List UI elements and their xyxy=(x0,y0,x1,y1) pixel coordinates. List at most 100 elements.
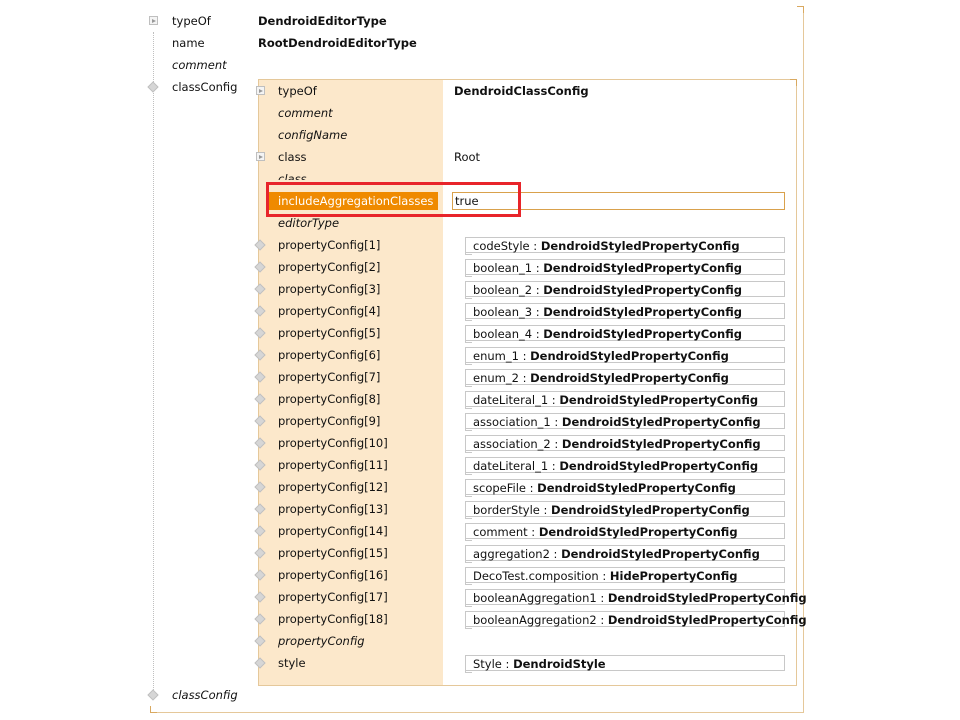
outer-classconfig-row[interactable]: classConfig xyxy=(147,76,250,98)
property-name: dateLiteral_1 xyxy=(473,393,549,407)
property-config-value-box[interactable]: dateLiteral_1 : DendroidStyledPropertyCo… xyxy=(465,391,785,409)
property-type: DendroidStyledPropertyConfig xyxy=(607,613,807,627)
property-config-label: propertyConfig[2] xyxy=(278,260,381,274)
property-config-row[interactable]: propertyConfig[14] comment : DendroidStyl… xyxy=(254,520,796,542)
inner-class-label: class xyxy=(278,150,307,164)
outer-typeof-label: typeOf xyxy=(172,14,211,28)
property-config-value-box[interactable]: dateLiteral_1 : DendroidStyledPropertyCo… xyxy=(465,457,785,475)
property-type: DendroidStyledPropertyConfig xyxy=(543,261,742,275)
property-type: DendroidStyledPropertyConfig xyxy=(530,371,729,385)
property-config-value-box[interactable]: boolean_3 : DendroidStyledPropertyConfig xyxy=(465,303,785,321)
property-name: boolean_1 xyxy=(473,261,533,275)
property-config-row[interactable]: propertyConfig[17] booleanAggregation1 : … xyxy=(254,586,807,608)
property-config-label: propertyConfig[8] xyxy=(278,392,381,406)
property-config-label: propertyConfig[7] xyxy=(278,370,381,384)
inner-editortype-label: editorType xyxy=(278,216,340,230)
property-config-row[interactable]: propertyConfig[1] codeStyle : DendroidSty… xyxy=(254,234,796,256)
property-config-label: propertyConfig[12] xyxy=(278,480,388,494)
property-config-row[interactable]: propertyConfig[16] DecoTest.composition :… xyxy=(254,564,796,586)
property-separator: : xyxy=(532,261,544,275)
panel-corner xyxy=(150,706,157,713)
property-config-label: propertyConfig[18] xyxy=(278,612,388,626)
inner-class-value: Root xyxy=(454,150,481,164)
inner-class2-row[interactable]: class xyxy=(259,168,796,180)
property-config-value-box[interactable]: enum_1 : DendroidStyledPropertyConfig xyxy=(465,347,785,365)
outer-typeof-row[interactable]: typeOf DendroidEditorType xyxy=(149,10,790,32)
property-config-row[interactable]: propertyConfig[13] borderStyle : Dendroid… xyxy=(254,498,796,520)
property-config-value-box[interactable]: comment : DendroidStyledPropertyConfig xyxy=(465,523,785,541)
property-config-value-box[interactable]: borderStyle : DendroidStyledPropertyConf… xyxy=(465,501,785,519)
inner-class-row[interactable]: class Root xyxy=(256,146,796,168)
property-config-label: propertyConfig[14] xyxy=(278,524,388,538)
expand-icon[interactable] xyxy=(256,152,265,161)
property-config-value-box[interactable]: scopeFile : DendroidStyledPropertyConfig xyxy=(465,479,785,497)
inner-typeof-label: typeOf xyxy=(278,84,317,98)
style-label: style xyxy=(278,656,306,670)
property-config-value-box[interactable]: association_2 : DendroidStyledPropertyCo… xyxy=(465,435,785,453)
style-type: DendroidStyle xyxy=(513,657,606,671)
property-config-row[interactable]: propertyConfig[7] enum_2 : DendroidStyled… xyxy=(254,366,796,388)
property-name: scopeFile xyxy=(473,481,526,495)
property-config-value-box[interactable]: boolean_4 : DendroidStyledPropertyConfig xyxy=(465,325,785,343)
property-config-value-box[interactable]: DecoTest.composition : HidePropertyConfi… xyxy=(465,567,785,585)
property-config-row[interactable]: propertyConfig[18] booleanAggregation2 : … xyxy=(254,608,807,630)
property-config-row[interactable]: propertyConfig[5] boolean_4 : DendroidSty… xyxy=(254,322,796,344)
property-name: association_2 xyxy=(473,437,551,451)
property-separator: : xyxy=(550,437,562,451)
outer-name-label: name xyxy=(172,36,205,50)
outer-name-row[interactable]: name RootDendroidEditorType xyxy=(150,32,790,54)
property-config-row[interactable]: propertyConfig[4] boolean_3 : DendroidSty… xyxy=(254,300,796,322)
property-config-value-box[interactable]: boolean_2 : DendroidStyledPropertyConfig xyxy=(465,281,785,299)
property-config-row[interactable]: propertyConfig[15] aggregation2 : Dendroi… xyxy=(254,542,796,564)
inner-editortype-row[interactable]: editorType xyxy=(259,212,796,234)
property-separator: : xyxy=(548,459,560,473)
property-config-row[interactable]: propertyConfig[2] boolean_1 : DendroidSty… xyxy=(254,256,796,278)
property-config-label: propertyConfig[15] xyxy=(278,546,388,560)
inner-comment-label: comment xyxy=(278,106,333,120)
property-config-row[interactable]: propertyConfig[11] dateLiteral_1 : Dendro… xyxy=(254,454,796,476)
inner-typeof-value: DendroidClassConfig xyxy=(454,84,589,98)
property-config-row[interactable]: propertyConfig[6] enum_1 : DendroidStyled… xyxy=(254,344,796,366)
property-config-row[interactable]: propertyConfig[12] scopeFile : DendroidSt… xyxy=(254,476,796,498)
property-config-value-box[interactable]: aggregation2 : DendroidStyledPropertyCon… xyxy=(465,545,785,563)
include-aggregation-input[interactable]: true xyxy=(452,192,785,210)
property-config-value-box[interactable]: boolean_1 : DendroidStyledPropertyConfig xyxy=(465,259,785,277)
outer-classconfig-bottom-row[interactable]: classConfig xyxy=(147,684,270,706)
expand-icon[interactable] xyxy=(256,86,265,95)
outer-name-value: RootDendroidEditorType xyxy=(258,36,417,50)
property-config-row[interactable]: propertyConfig[3] boolean_2 : DendroidSty… xyxy=(254,278,796,300)
property-name: enum_1 xyxy=(473,349,519,363)
property-config-value-box[interactable]: enum_2 : DendroidStyledPropertyConfig xyxy=(465,369,785,387)
property-config-value-box[interactable]: booleanAggregation2 : DendroidStyledProp… xyxy=(465,611,807,629)
style-value-box[interactable]: Style : DendroidStyle xyxy=(465,655,785,673)
outer-comment-row[interactable]: comment xyxy=(150,54,790,76)
property-config-value-box[interactable]: association_1 : DendroidStyledPropertyCo… xyxy=(465,413,785,431)
property-config-row[interactable]: propertyConfig[9] association_1 : Dendroi… xyxy=(254,410,796,432)
property-config-row[interactable]: propertyConfig[10] association_2 : Dendro… xyxy=(254,432,796,454)
property-name: enum_2 xyxy=(473,371,519,385)
inner-typeof-row[interactable]: typeOf DendroidClassConfig xyxy=(256,80,796,102)
property-type: DendroidStyledPropertyConfig xyxy=(607,591,807,605)
property-separator: : xyxy=(529,239,541,253)
property-name: boolean_3 xyxy=(473,305,533,319)
expand-icon[interactable] xyxy=(149,16,158,25)
include-aggregation-row[interactable]: includeAggregationClasses true xyxy=(259,190,796,212)
style-row[interactable]: style Style : DendroidStyle xyxy=(254,652,796,674)
property-type: DendroidStyledPropertyConfig xyxy=(561,437,761,451)
include-aggregation-label: includeAggregationClasses xyxy=(269,192,438,210)
inner-class2-label: class xyxy=(278,172,307,180)
property-config-row[interactable]: propertyConfig[8] dateLiteral_1 : Dendroi… xyxy=(254,388,796,410)
property-type: DendroidStyledPropertyConfig xyxy=(543,283,742,297)
property-config-value-box[interactable]: codeStyle : DendroidStyledPropertyConfig xyxy=(465,237,785,255)
class-config-panel: typeOf DendroidClassConfig comment confi… xyxy=(254,79,807,686)
inner-comment-row[interactable]: comment xyxy=(259,102,796,124)
property-separator: : xyxy=(525,481,538,495)
property-name: association_1 xyxy=(473,415,551,429)
property-name: booleanAggregation1 xyxy=(473,591,597,605)
inner-configname-row[interactable]: configName xyxy=(259,124,796,146)
property-config-empty-row[interactable]: propertyConfig xyxy=(254,630,796,652)
style-separator: : xyxy=(501,657,514,671)
property-type: DendroidStyledPropertyConfig xyxy=(537,481,736,495)
property-separator: : xyxy=(550,415,562,429)
property-config-value-box[interactable]: booleanAggregation1 : DendroidStyledProp… xyxy=(465,589,807,607)
